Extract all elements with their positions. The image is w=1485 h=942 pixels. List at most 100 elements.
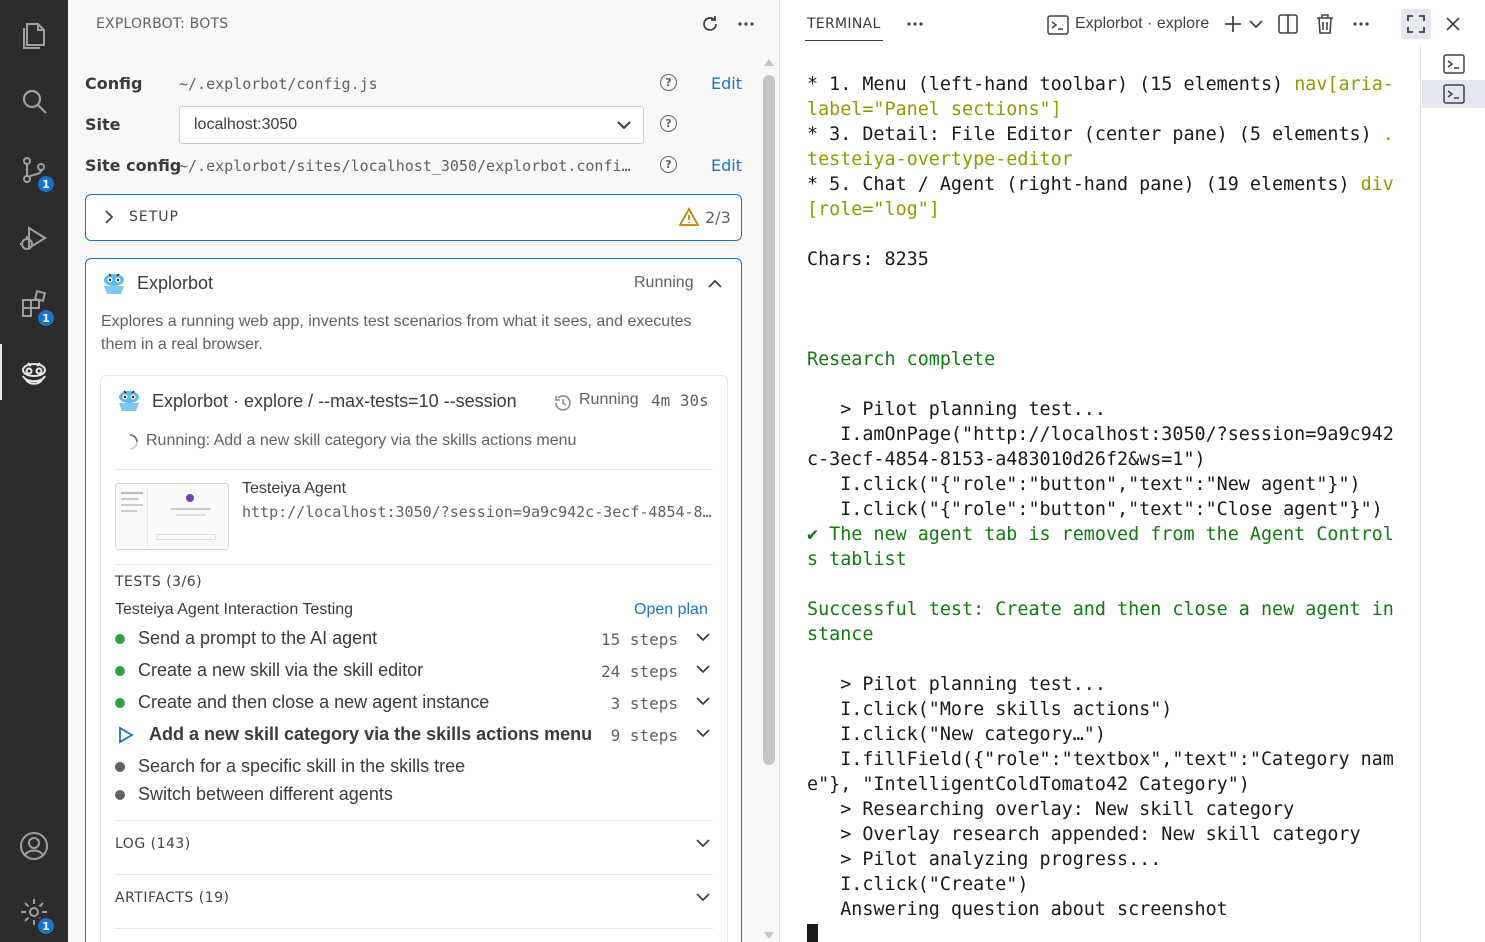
terminal-panel: TERMINAL Explorbot · explore * 1. Menu (… [781,0,1485,942]
terminal-text: nav[aria- [1294,74,1394,95]
terminal-line: > Overlay research appended: New skill c… [807,822,1397,847]
terminal-line: s tablist [807,547,1397,572]
terminal-instance-icon-active[interactable] [1422,80,1485,108]
terminal-profiles-chevron-icon[interactable] [1244,12,1268,36]
test-item-current[interactable]: Add a new skill category via the skills … [115,722,713,748]
kill-terminal-trash-icon[interactable] [1313,12,1337,36]
log-header: LOG (143) [115,836,191,852]
run-card: Explorbot · explore / --max-tests=10 --s… [100,375,728,942]
page-title: Testeiya Agent [242,480,347,497]
maximize-panel-icon[interactable] [1401,9,1431,39]
terminal-instance-icon[interactable] [1422,50,1485,78]
more-actions-icon[interactable] [734,12,758,36]
terminal-text: label="Panel sections"] [807,99,1062,120]
tab-terminal[interactable]: TERMINAL [805,16,883,41]
test-item[interactable]: Create a new skill via the skill editor … [115,658,713,684]
scroll-up-icon[interactable] [763,58,775,68]
history-icon [555,395,571,411]
terminal-line: stance [807,622,1397,647]
terminal-text: [role="log"] [807,199,940,220]
terminal-output[interactable]: * 1. Menu (left-hand toolbar) (15 elemen… [807,72,1397,942]
page-screenshot-thumbnail[interactable] [115,483,229,550]
bot-name: Explorbot [137,273,214,293]
artifacts-header: ARTIFACTS (19) [115,890,230,906]
source-control-icon[interactable]: 1 [0,142,68,198]
close-panel-icon[interactable] [1441,12,1465,36]
run-debug-icon[interactable] [0,210,68,266]
test-item[interactable]: Send a prompt to the AI agent 15 steps [115,626,713,652]
terminal-text: > Researching overlay: New skill categor… [807,799,1295,820]
terminal-line: * 5. Chat / Agent (right-hand pane) (19 … [807,172,1397,197]
test-name: Add a new skill category via the skills … [149,724,593,744]
test-item[interactable]: Switch between different agents [115,782,713,808]
terminal-name[interactable]: Explorbot · explore [1075,15,1209,33]
terminal-text: I.click("New category…") [807,724,1106,745]
extensions-icon[interactable]: 1 [0,276,68,332]
chevron-down-icon[interactable] [696,728,710,738]
explorer-icon[interactable] [0,6,68,62]
terminal-line: e"}, "IntelligentColdTomato42 Category") [807,772,1397,797]
bot-status: Running [634,274,694,291]
new-terminal-icon[interactable] [1221,12,1245,36]
test-name: Switch between different agents [138,784,393,804]
config-label: Config [85,74,143,93]
site-config-edit-link[interactable]: Edit [711,156,742,175]
test-item[interactable]: Search for a specific skill in the skill… [115,754,713,780]
terminal-text: . [1382,124,1394,145]
split-terminal-icon[interactable] [1276,12,1300,36]
terminal-line: Research complete [807,347,1397,372]
open-plan-link[interactable]: Open plan [634,601,708,619]
play-icon [119,726,134,744]
chevron-right-icon [105,210,114,224]
terminal-cursor [807,924,818,942]
refresh-icon[interactable] [698,12,722,36]
search-icon[interactable] [0,74,68,130]
config-help-icon[interactable]: ? [660,74,677,91]
log-section[interactable]: LOG (143) [115,834,713,858]
terminal-tabs-list [1420,46,1485,942]
setup-section[interactable]: SETUP 2/3 [85,194,742,241]
test-name: Create a new skill via the skill editor [138,660,424,680]
config-edit-link[interactable]: Edit [711,74,742,93]
terminal-more-icon[interactable] [1349,12,1373,36]
artifacts-section[interactable]: ARTIFACTS (19) [115,888,713,912]
terminal-line: I.click("{"role":"button","text":"New ag… [807,472,1397,497]
test-steps: 9 steps [610,726,678,745]
terminal-text: * 5. Chat / Agent (right-hand pane) (19 … [807,174,1361,195]
run-message: Running: Add a new skill category via th… [146,432,577,449]
terminal-line: > Pilot analyzing progress... [807,847,1397,872]
site-config-help-icon[interactable]: ? [660,156,677,173]
site-select[interactable]: localhost:3050 [179,106,644,144]
explorbot-card: Explorbot Running Explores a running web… [85,258,742,942]
plan-name: Testeiya Agent Interaction Testing [115,601,354,618]
run-state: Running [579,391,639,408]
warning-icon [678,207,700,226]
site-config-path: ~/.explorbot/sites/localhost_3050/explor… [179,157,639,175]
account-icon[interactable] [0,818,68,874]
terminal-line: I.click("Create") [807,872,1397,897]
terminal-icon [1047,15,1069,35]
sidebar-scrollbar[interactable] [763,75,775,765]
sidebar-title: EXPLORBOT: BOTS [96,16,229,32]
panel-more-icon[interactable] [903,12,927,36]
terminal-text: I.fillField({"role":"textbox","text":"Ca… [807,749,1394,770]
settings-gear-icon[interactable]: 1 [0,884,68,940]
test-item[interactable]: Create and then close a new agent instan… [115,690,713,716]
site-select-value: localhost:3050 [194,116,298,133]
page-url: http://localhost:3050/?session=9a9c942c-… [242,503,714,521]
site-help-icon[interactable]: ? [660,115,677,132]
chevron-down-icon[interactable] [696,696,710,706]
explorbot-icon[interactable] [0,344,68,400]
test-steps: 24 steps [600,662,678,681]
terminal-line: Answering question about screenshot [807,897,1397,922]
test-name: Create and then close a new agent instan… [138,692,490,712]
setup-label: SETUP [129,209,179,225]
chevron-down-icon[interactable] [696,664,710,674]
scroll-down-icon[interactable] [763,930,775,940]
terminal-line: c-3ecf-4854-8153-a483010d26f2&ws=1") [807,447,1397,472]
chevron-down-icon[interactable] [696,632,710,642]
terminal-line: > Pilot planning test... [807,672,1397,697]
chevron-up-icon[interactable] [708,279,722,289]
terminal-line: [role="log"] [807,197,1397,222]
source-control-badge: 1 [36,174,56,194]
